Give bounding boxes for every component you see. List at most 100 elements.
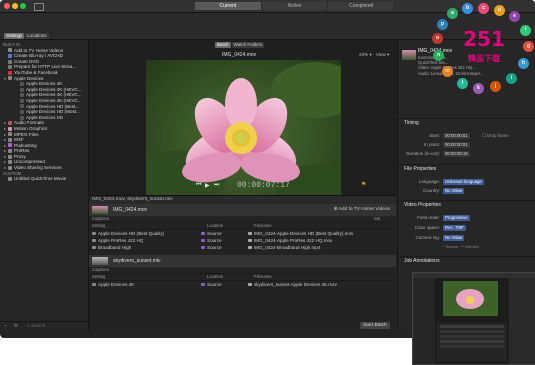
tab-active[interactable]: Active — [261, 2, 329, 10]
col-location-2: Location — [207, 274, 224, 279]
sidebar-item-label: MXF — [14, 137, 24, 143]
setting-icon — [20, 81, 24, 86]
row-location[interactable]: Source — [207, 244, 222, 251]
filename-icon — [248, 238, 252, 242]
search-input[interactable]: Search — [31, 323, 45, 328]
job2-file-name: skydivers_sunset.mlv — [113, 258, 161, 264]
job-header[interactable]: IMG_0424.mov, skydivers_sunset.mlv — [89, 196, 396, 204]
job-file-row[interactable]: IMG_0424.mov ⊕ Add to TV Home Videos — [89, 204, 396, 216]
in-point-field[interactable]: 00:00:00:01 — [443, 142, 470, 148]
camera-log-label: Camera log: — [415, 235, 440, 240]
setting-icon — [8, 143, 12, 148]
row-filename[interactable]: IMG_0424-Apple Devices HD (Best Quality)… — [254, 230, 374, 237]
filename-icon — [248, 282, 252, 286]
setting-icon — [8, 65, 12, 70]
add-icon[interactable]: + — [4, 323, 7, 328]
skip-forward-icon[interactable]: ⏭ — [214, 182, 219, 189]
col-set: Set — [374, 216, 381, 221]
filename-icon — [248, 231, 252, 235]
file-properties-section: File Properties — [398, 164, 535, 174]
setting-icon — [8, 137, 12, 142]
tab-batch[interactable]: Batch — [215, 42, 231, 48]
setting-icon — [20, 115, 24, 120]
marker-icon[interactable]: ⚑ — [361, 181, 366, 188]
timecode-display: 00:00:07:17 — [237, 181, 290, 190]
setting-icon — [20, 109, 24, 114]
setting-icon — [8, 48, 12, 53]
start-label: Start: — [429, 133, 440, 138]
close-icon[interactable] — [4, 3, 10, 9]
tab-current[interactable]: Current — [195, 2, 262, 10]
sidebar-item-label: Proxy — [14, 153, 26, 159]
tab-settings[interactable]: Settings — [4, 33, 25, 39]
tab-watch-folders[interactable]: Watch Folders — [231, 42, 265, 48]
table-row[interactable]: Apple Devices 4K Source skydivers_sunset-A… — [89, 281, 396, 288]
row-location[interactable]: Source — [207, 230, 222, 237]
color-space-popup[interactable]: Rec. 709* — [443, 225, 466, 231]
drop-frame-checkbox[interactable]: ☐ Drop frame — [482, 133, 509, 139]
setting-icon — [8, 126, 12, 131]
tab-completed[interactable]: Completed — [328, 2, 396, 10]
source-note: * Source, ** Inferred — [443, 244, 479, 249]
setting-icon — [8, 149, 12, 154]
zoom-icon[interactable] — [20, 3, 26, 9]
play-icon[interactable]: ▶ — [205, 182, 210, 189]
duration-field[interactable]: 00:00:00:18 — [443, 151, 470, 157]
sidebar-item-label: Apple Devices 4K — [26, 81, 63, 87]
setting-icon — [92, 238, 96, 242]
field-order-popup[interactable]: Progressive — [443, 215, 470, 221]
job2-file-row[interactable]: skydivers_sunset.mlv — [89, 255, 396, 267]
setting-icon — [8, 160, 12, 165]
sidebar-item-label: Uncompressed — [14, 159, 45, 165]
sidebar-item-label: Podcasting — [14, 142, 37, 148]
skip-back-icon[interactable]: ⏮ — [196, 182, 201, 189]
add-to-label[interactable]: ⊕ Add to TV Home Videos — [334, 204, 390, 216]
sidebar-footer: + ⚙ ⌕ Search — [0, 321, 88, 330]
location-icon — [201, 238, 205, 242]
job1-rows: Apple Devices HD (Best Quality) Source IMG… — [89, 230, 396, 251]
table-row[interactable]: Broadband High Source IMG_0424-Broadband H… — [89, 244, 396, 251]
gear-icon[interactable]: ⚙ — [14, 323, 18, 328]
row-setting: Apple Devices 4K — [98, 282, 135, 287]
table-row[interactable]: Apple ProRes 422 HQ Source IMG_0424-Apple … — [89, 237, 396, 244]
location-icon — [201, 282, 205, 286]
row-filename[interactable]: IMG_0424-Apple ProRes 422 HQ.mov — [254, 237, 374, 244]
inspector-thumbnail — [402, 50, 416, 60]
column-header-row-4: Setting Location Filename — [89, 274, 396, 281]
row-location[interactable]: Source — [207, 237, 222, 244]
view-segmented-control: Current Active Completed — [195, 2, 396, 10]
job-file-name: IMG_0424.mov — [113, 207, 148, 213]
col-captions-2: Captions — [92, 267, 109, 272]
video-properties-section: Video Properties — [398, 200, 535, 210]
sidebar-toggle-icon[interactable] — [34, 3, 44, 11]
country-popup[interactable]: No Value — [443, 188, 465, 194]
table-row[interactable]: Apple Devices HD (Best Quality) Source IMG… — [89, 230, 396, 237]
row-location[interactable]: Source — [207, 281, 222, 288]
site-watermark-logo: a b c d e f g h i j k l m n o p 251 精品下载 — [432, 3, 535, 105]
zoom-menu[interactable]: 23% ▾ · View ▾ — [359, 52, 389, 58]
minimize-icon[interactable] — [12, 3, 18, 9]
sidebar-tabs: Settings Locations — [4, 33, 49, 39]
setting-icon — [8, 154, 12, 159]
setting-icon — [8, 59, 12, 64]
column-header-row-2: Setting Location Filename — [89, 223, 396, 230]
tab-locations[interactable]: Locations — [25, 33, 49, 39]
setting-icon — [8, 177, 12, 182]
sidebar-item-label: Create DVD — [14, 58, 39, 64]
sidebar-item-label: CUSTOM — [3, 170, 22, 176]
start-batch-button[interactable]: Start Batch — [360, 322, 390, 329]
sidebar-item-label: Prepare for HTTP Live Strea... — [14, 64, 76, 70]
row-filename[interactable]: IMG_0424-Broadband High.mp4 — [254, 244, 374, 251]
camera-log-popup[interactable]: No Value — [443, 235, 465, 241]
row-filename[interactable]: skydivers_sunset-Apple Devices 4K.m4v — [254, 281, 374, 288]
setting-icon — [20, 104, 24, 109]
setting-icon — [92, 245, 96, 249]
location-icon — [201, 231, 205, 235]
sidebar-item-label: Apple Devices — [14, 75, 44, 81]
settings-tree: BUILT-IN Add to TV Home Videos Create Blu-… — [0, 42, 88, 182]
sidebar-item[interactable]: Untitled QuickTime Movie — [0, 176, 88, 182]
language-popup[interactable]: Unknown language — [443, 179, 484, 185]
start-field[interactable]: 00:00:00:01 — [443, 133, 470, 139]
setting-icon — [8, 76, 12, 81]
setting-icon — [8, 121, 12, 126]
